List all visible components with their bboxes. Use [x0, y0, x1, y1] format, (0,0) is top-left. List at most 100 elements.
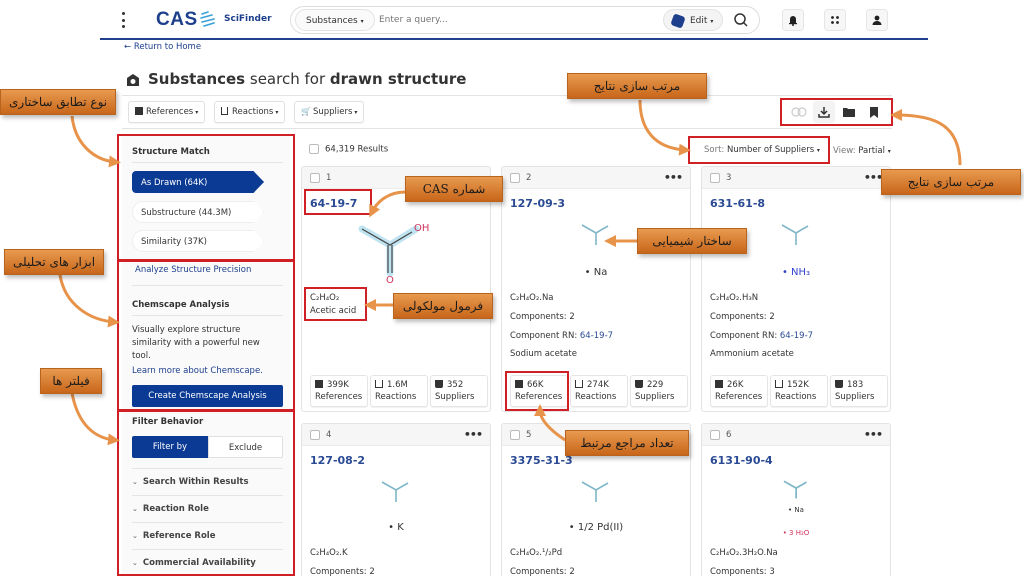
download-icon[interactable]: [812, 101, 835, 123]
flask-icon: [575, 380, 583, 388]
book-icon: [315, 380, 323, 388]
more-options-icon[interactable]: •••: [664, 167, 683, 189]
o-label: O: [386, 275, 394, 285]
page-title: Substances search for drawn structure: [148, 70, 467, 88]
chemical-structure[interactable]: OH O: [350, 215, 450, 285]
search-input[interactable]: [379, 9, 649, 31]
callout-cas-number: شماره CAS: [405, 176, 503, 202]
reactions-count-button[interactable]: 1.6M Reactions: [370, 375, 428, 407]
references-button[interactable]: References ▾: [128, 101, 206, 123]
more-options-icon[interactable]: •••: [864, 167, 883, 189]
create-chemscape-analysis-button[interactable]: Create Chemscape Analysis: [132, 385, 283, 407]
cas-number-link[interactable]: 127-08-2: [310, 454, 365, 467]
result-card: 3 ••• 631-61-8 • NH₃ C₂H₄O₂.H₃N Component…: [701, 166, 891, 412]
card-header: 6 •••: [702, 424, 890, 446]
filter-behavior-heading: Filter Behavior: [132, 417, 204, 427]
filter-reference-role[interactable]: ⌄ Reference Role: [132, 531, 283, 541]
filter-commercial-availability[interactable]: ⌄ Commercial Availability: [132, 558, 283, 568]
learn-more-chemscape-link[interactable]: Learn more about Chemscape.: [132, 366, 263, 376]
search-type-dropdown[interactable]: Substances ▾: [295, 9, 375, 31]
card-checkbox[interactable]: [710, 429, 720, 440]
suppliers-button[interactable]: 🛒 Suppliers ▾: [294, 101, 365, 123]
card-header: 4 •••: [302, 424, 490, 446]
suppliers-count-button[interactable]: 183 Suppliers: [830, 375, 888, 407]
suppliers-count-button[interactable]: 229 Suppliers: [630, 375, 688, 407]
cart-icon: 🛒: [301, 107, 311, 116]
cas-number-link[interactable]: 127-09-3: [510, 197, 565, 210]
references-count-button[interactable]: 26K References: [710, 375, 768, 407]
filter-reaction-role[interactable]: ⌄ Reaction Role: [132, 504, 283, 514]
cas-logo[interactable]: CAS: [156, 9, 198, 31]
more-options-icon[interactable]: •••: [864, 424, 883, 446]
reactions-button[interactable]: Reactions ▾: [214, 101, 286, 123]
arrow-sort-top: [638, 99, 691, 156]
cas-number-link[interactable]: 6131-90-4: [710, 454, 773, 467]
apps-icon[interactable]: [824, 9, 846, 31]
flask-icon: [221, 107, 228, 115]
card-checkbox[interactable]: [510, 172, 520, 183]
card-checkbox[interactable]: [310, 429, 320, 440]
reactions-count-button[interactable]: 152K Reactions: [770, 375, 828, 407]
reactions-count-button[interactable]: 274K Reactions: [570, 375, 628, 407]
cas-number-link[interactable]: 3375-31-3: [510, 454, 573, 467]
bookmark-icon[interactable]: [863, 101, 885, 123]
callout-molecular-formula: فرمول مولکولی: [393, 293, 493, 319]
select-all-checkbox[interactable]: [309, 144, 319, 154]
suppliers-count-button[interactable]: 352 Suppliers: [430, 375, 488, 407]
callout-filters: فیلتر ها: [40, 368, 102, 394]
chevron-down-icon: ⌄: [132, 505, 138, 513]
molecular-formula: C₂H₄O₂: [310, 293, 340, 303]
chemscape-description: Visually explore structure similarity wi…: [132, 325, 260, 361]
highlight-references: [505, 371, 569, 411]
card-header: 3 •••: [702, 167, 890, 189]
user-icon[interactable]: [866, 9, 888, 31]
card-checkbox[interactable]: [710, 172, 720, 183]
chemical-structure[interactable]: [580, 476, 614, 506]
filter-search-within-results[interactable]: ⌄ Search Within Results: [132, 477, 283, 487]
chemical-structure[interactable]: [580, 219, 614, 249]
view-dropdown[interactable]: View: Partial ▾: [833, 146, 891, 156]
exclude-toggle[interactable]: Exclude: [208, 436, 283, 458]
chemscape-heading: Chemscape Analysis: [132, 300, 230, 310]
arrow-analysis: [58, 274, 120, 328]
search-icon[interactable]: [733, 12, 749, 28]
chevron-down-icon: ⌄: [132, 559, 138, 567]
chemical-structure[interactable]: [780, 219, 814, 249]
search-bar: Substances ▾ Edit ▾: [290, 6, 760, 34]
match-as-drawn[interactable]: As Drawn (64K): [132, 171, 264, 193]
divider: [132, 285, 283, 286]
match-substructure[interactable]: Substructure (44.3M): [132, 201, 264, 223]
bell-icon[interactable]: [782, 9, 804, 31]
result-card: 4 ••• 127-08-2 • K C₂H₄O₂.K Components: 2: [301, 423, 491, 576]
divider: [122, 128, 892, 129]
match-similarity[interactable]: Similarity (37K): [132, 230, 264, 252]
component-rn-link[interactable]: 64-19-7: [780, 331, 813, 341]
callout-sort-results-top: مرتب سازی نتایج: [567, 73, 707, 99]
references-count-button[interactable]: 399K References: [310, 375, 368, 407]
result-card: 2 ••• 127-09-3 • Na C₂H₄O₂.Na Components:…: [501, 166, 691, 412]
cas-number-link[interactable]: 631-61-8: [710, 197, 765, 210]
edit-structure-button[interactable]: Edit ▾: [663, 9, 723, 31]
card-checkbox[interactable]: [510, 429, 520, 440]
return-to-home-link[interactable]: ← Return to Home: [124, 42, 201, 52]
chemical-structure[interactable]: [380, 476, 414, 506]
flask-icon: [775, 380, 783, 388]
menu-icon[interactable]: [122, 12, 126, 28]
salt-component: • 1/2 Pd(II): [568, 522, 624, 533]
card-checkbox[interactable]: [310, 172, 320, 183]
card-header: 2 •••: [502, 167, 690, 189]
result-card: 1 64-19-7 OH O C₂H₄O₂ Acetic acid 399K Re…: [301, 166, 491, 412]
chevron-down-icon: ⌄: [132, 478, 138, 486]
more-options-icon[interactable]: •••: [464, 424, 483, 446]
molecular-formula: C₂H₄O₂.Na: [510, 293, 554, 303]
cas-logo-mark-icon: [200, 11, 215, 27]
folder-icon[interactable]: [838, 101, 860, 123]
components-count: Components: 2: [510, 312, 575, 322]
chemical-structure[interactable]: [782, 476, 812, 502]
filter-by-toggle[interactable]: Filter by: [132, 436, 208, 458]
molecular-formula: C₂H₄O₂.K: [310, 548, 348, 558]
analyze-structure-precision-link[interactable]: Analyze Structure Precision: [135, 265, 251, 275]
sort-dropdown[interactable]: Sort: Number of Suppliers ▾: [688, 136, 830, 164]
component-rn-link[interactable]: 64-19-7: [580, 331, 613, 341]
combine-icon[interactable]: [788, 101, 810, 123]
